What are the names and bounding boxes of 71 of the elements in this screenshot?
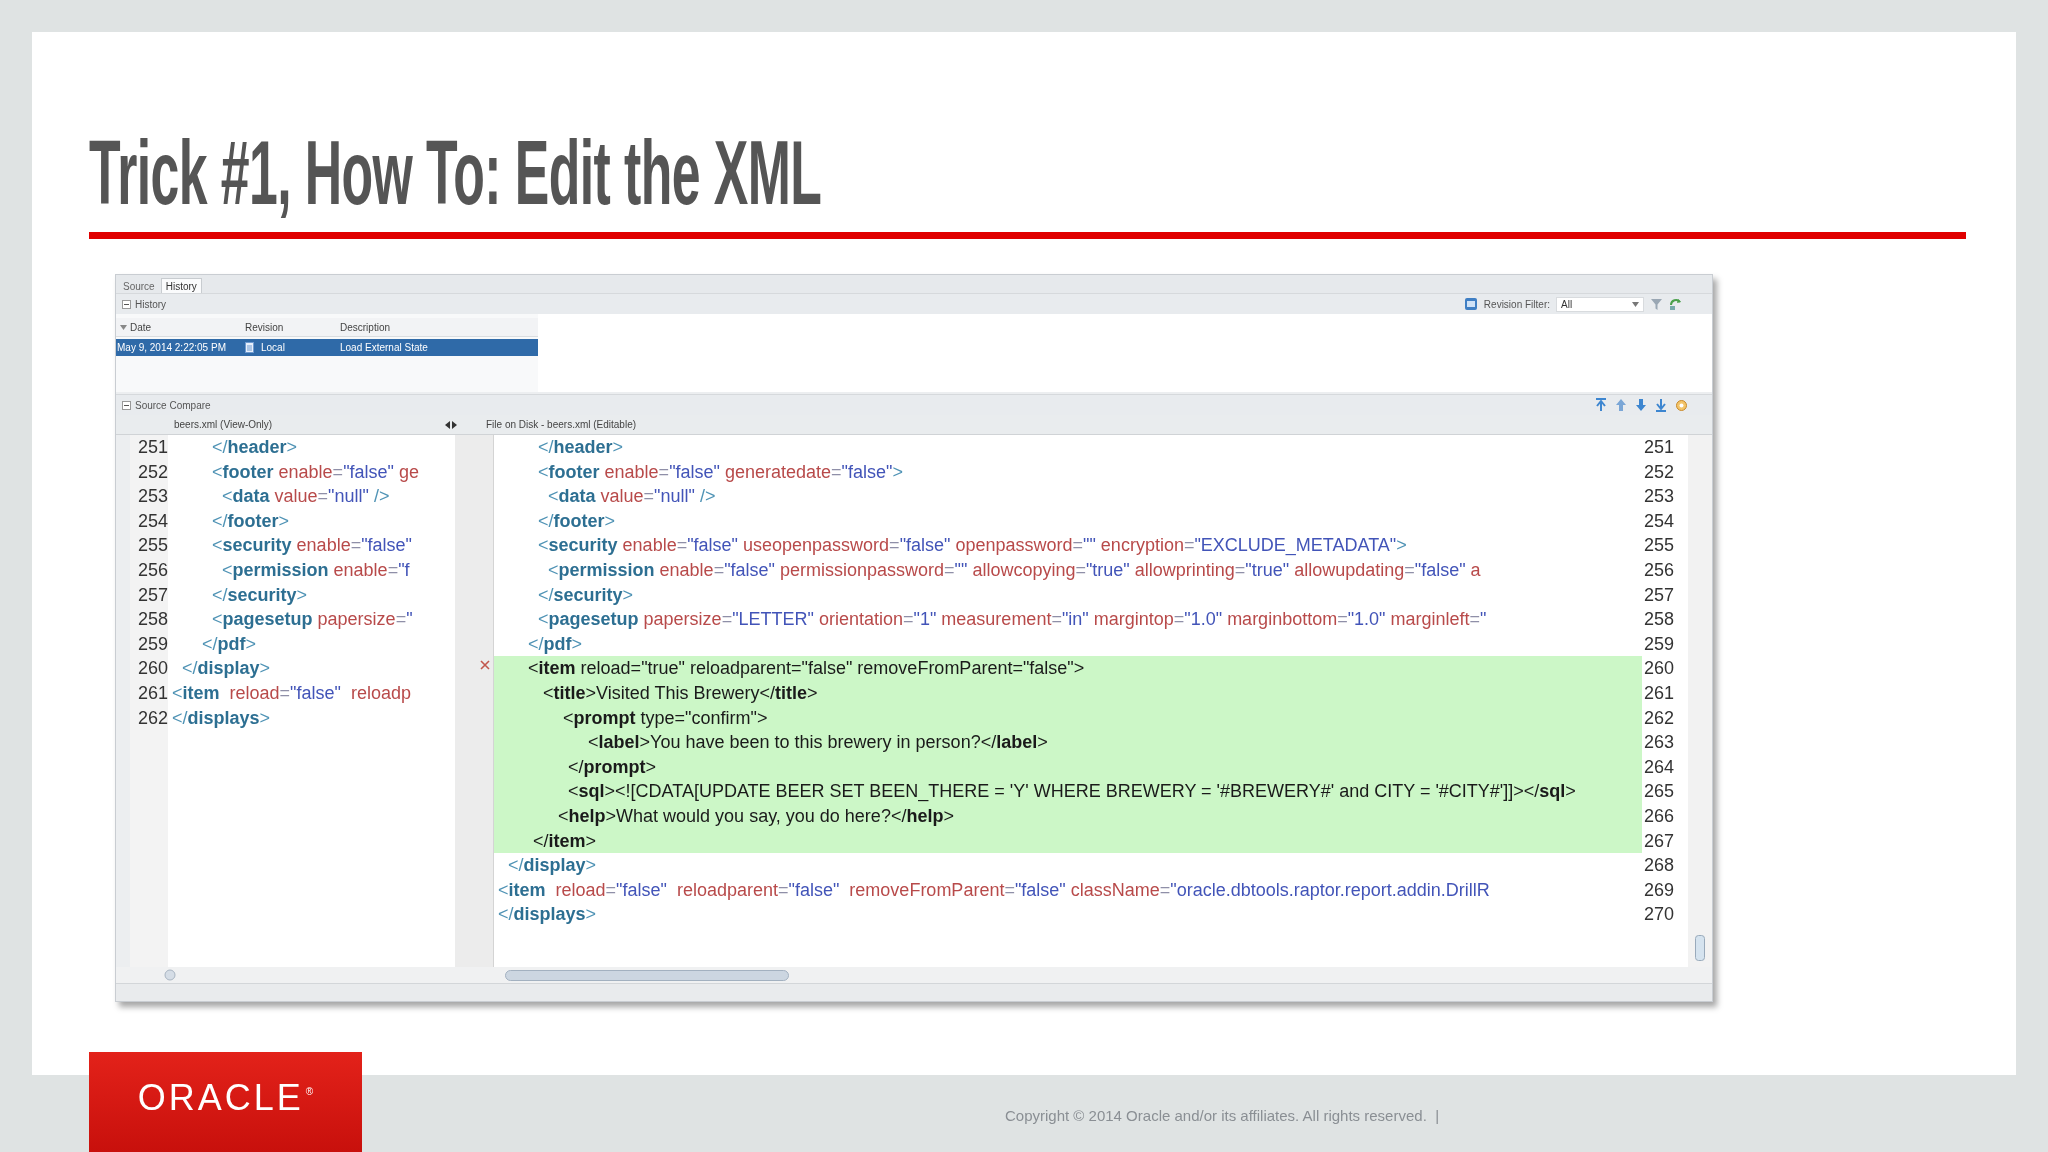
code-line: <item reload="false" reloadp — [171, 681, 412, 705]
code-line: </display> — [181, 657, 272, 681]
registered-mark: ® — [305, 1086, 314, 1097]
code-line: </displays> — [171, 706, 272, 730]
vertical-scrollbar[interactable] — [1688, 435, 1712, 967]
refresh-icon[interactable] — [1669, 297, 1682, 311]
close-icon[interactable] — [480, 660, 490, 670]
line-number: 256 — [130, 557, 168, 583]
code-line: <footer enable="false" generatedate="false"> — [537, 460, 904, 484]
section-title: Source Compare — [135, 399, 211, 411]
history-row[interactable]: May 9, 2014 2:22:05 PM Local Load External State — [116, 339, 538, 356]
line-number: 258 — [130, 607, 168, 632]
revision-filter-dropdown[interactable]: All — [1556, 296, 1644, 312]
line-number: 257 — [130, 582, 168, 608]
sort-icon — [120, 324, 127, 330]
line-number: 253 — [130, 484, 168, 509]
code-line: </footer> — [211, 509, 291, 533]
pane-title: File on Disk - beers.xml (Editable) — [485, 419, 637, 430]
code-line: </header> — [537, 436, 625, 459]
down-arrow-icon[interactable] — [1635, 398, 1647, 412]
column-header[interactable]: Revision — [241, 321, 336, 333]
scrollbar-thumb[interactable] — [505, 969, 789, 981]
swap-arrows-icon[interactable] — [445, 420, 457, 429]
code-line: <footer enable="false" ge — [211, 460, 420, 484]
code-line: </display> — [507, 854, 598, 878]
tab[interactable]: Source — [118, 278, 160, 293]
code-line: </security> — [211, 583, 309, 607]
horizontal-scrollbar[interactable] — [116, 967, 1712, 983]
code-line: <permission enable="f — [221, 558, 411, 582]
line-number: 259 — [130, 631, 168, 657]
logo-text: ORACLE — [137, 1080, 304, 1116]
line-number: 260 — [130, 656, 168, 681]
column-header[interactable]: Description — [336, 321, 538, 333]
first-difference-icon[interactable] — [1595, 398, 1607, 412]
collapse-icon[interactable] — [122, 299, 131, 309]
tab[interactable]: History — [160, 278, 202, 293]
dropdown-arrow-icon — [1632, 301, 1639, 307]
file-icon — [245, 342, 254, 353]
section-title: History — [135, 298, 167, 310]
scrollbar-thumb[interactable] — [1695, 935, 1705, 961]
column-header[interactable]: Date — [116, 321, 241, 333]
line-number: 251 — [130, 435, 168, 460]
code-line: <data value="null" /> — [547, 485, 717, 509]
line-number: 254 — [130, 508, 168, 534]
scrollbar-thumb[interactable] — [164, 969, 176, 981]
collapse-icon[interactable] — [122, 400, 131, 410]
filter-icon[interactable] — [1650, 297, 1663, 311]
code-line: <item reload="false" reloadparent="false" removeFromParent="false" className="oracle.dbtools.raptor.report.addin.DrillR — [497, 878, 1491, 902]
code-line: <data value="null" /> — [221, 485, 391, 509]
copyright-text: Copyright © 2014 Oracle and/or its affiliates. All rights reserved. | — [1005, 1107, 1440, 1124]
code-line: </header> — [211, 436, 299, 459]
pane-title: beers.xml (View-Only) — [173, 419, 274, 430]
filter-label: Revision Filter: — [1483, 298, 1550, 310]
line-number: 255 — [130, 533, 168, 558]
code-line: <pagesetup papersize=" — [211, 608, 414, 632]
code-line: <permission enable="false" permissionpassword="" allowcopying="true" allowprinting="true" allowupdating="false" a — [547, 558, 1482, 582]
code-line: <pagesetup papersize="LETTER" orientation="1" measurement="in" margintop="1.0" marginbottom="1.0" marginleft=" — [537, 608, 1488, 632]
slide-title: Trick #1, How To: Edit the XML — [89, 128, 822, 218]
last-difference-icon[interactable] — [1655, 398, 1667, 412]
code-line: </footer> — [537, 509, 617, 533]
code-line: </pdf> — [527, 632, 584, 656]
up-arrow-icon[interactable] — [1615, 398, 1627, 412]
line-number: 262 — [130, 705, 168, 731]
code-line: </pdf> — [201, 632, 258, 656]
code-line: </security> — [537, 583, 635, 607]
options-icon[interactable] — [1675, 398, 1688, 412]
line-number: 261 — [130, 680, 168, 706]
code-line: <security enable="false" useopenpassword="false" openpassword="" encryption="EXCLUDE_METADATA"> — [537, 534, 1408, 558]
line-number: 252 — [130, 459, 168, 485]
code-line: </displays> — [497, 903, 598, 927]
code-line: <security enable="false" — [211, 534, 413, 558]
